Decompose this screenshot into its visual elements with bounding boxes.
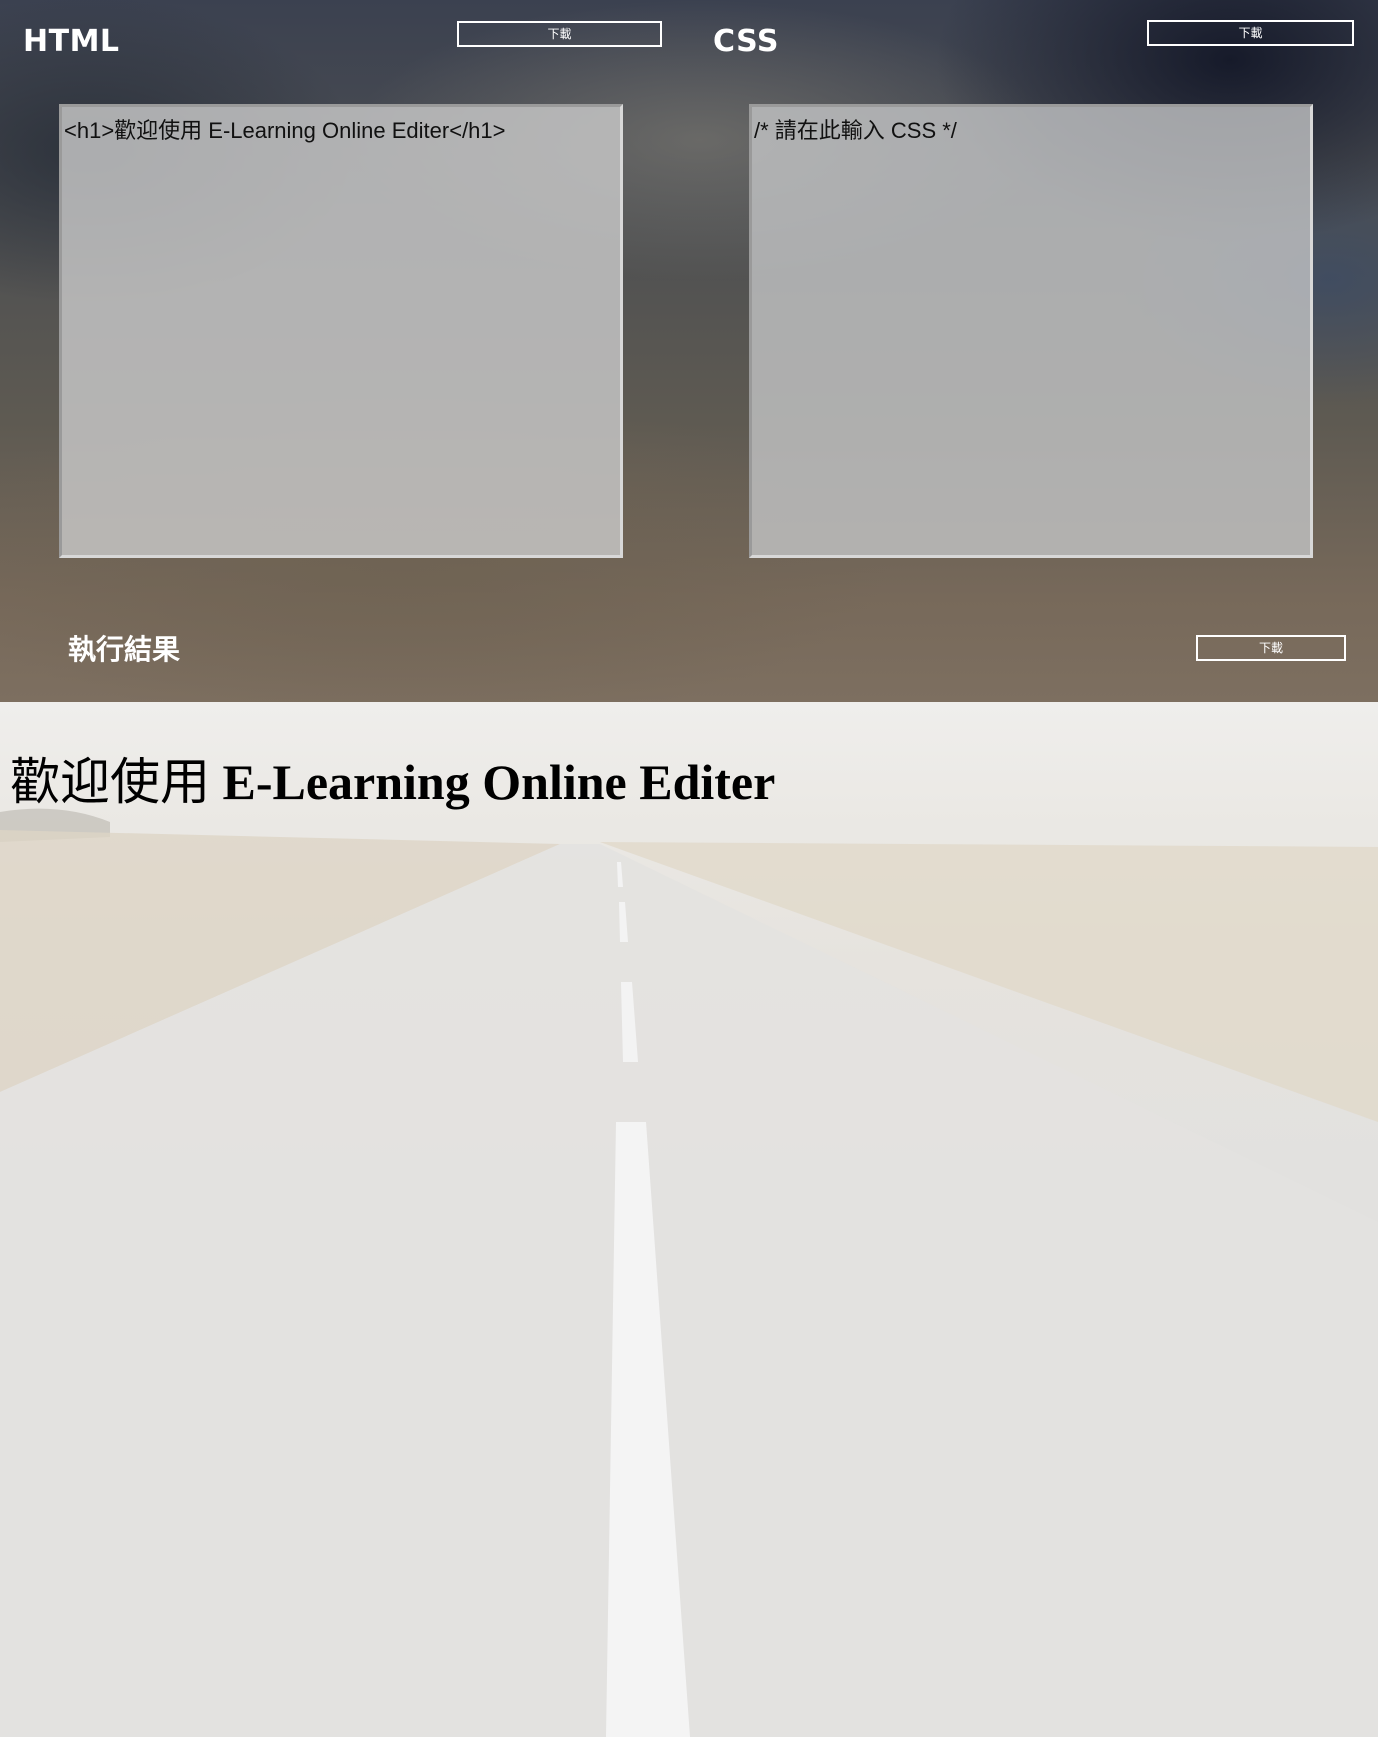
- result-download-button[interactable]: 下載: [1196, 635, 1346, 661]
- result-preview: 歡迎使用 E-Learning Online Editer: [0, 702, 1378, 1737]
- result-heading-cjk: 歡迎使用: [10, 753, 210, 811]
- html-code-editor[interactable]: <h1>歡迎使用 E-Learning Online Editer</h1>: [59, 104, 623, 558]
- editor-area: HTML 下載 <h1>歡迎使用 E-Learning Online Edite…: [0, 0, 1378, 702]
- road-background-image: [0, 808, 1378, 1737]
- html-download-button[interactable]: 下載: [457, 21, 662, 47]
- result-heading: 歡迎使用 E-Learning Online Editer: [10, 742, 775, 814]
- result-panel-title: 執行結果: [68, 633, 181, 666]
- css-download-button[interactable]: 下載: [1147, 20, 1354, 46]
- css-panel-title: CSS: [713, 24, 779, 59]
- result-heading-latin: E-Learning Online Editer: [222, 754, 776, 810]
- css-code-editor[interactable]: /* 請在此輸入 CSS */: [749, 104, 1313, 558]
- html-panel-title: HTML: [23, 24, 120, 59]
